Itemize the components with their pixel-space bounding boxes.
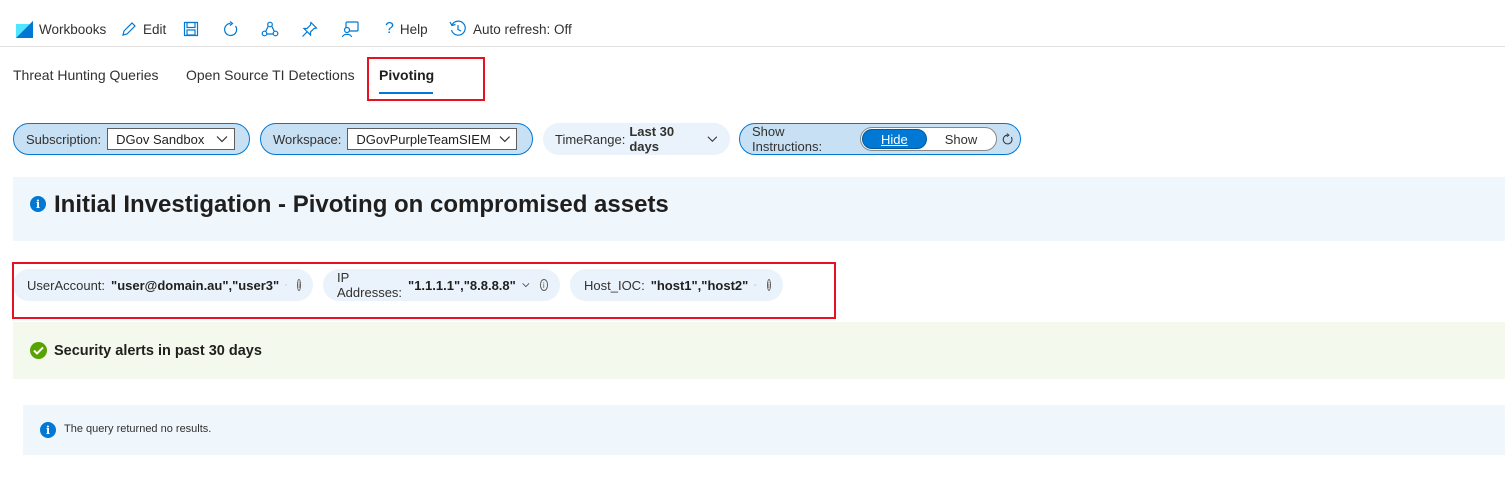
subscription-label: Subscription: [26,131,102,147]
workspace-value: DGovPurpleTeamSIEM [356,131,491,147]
auto-refresh-button[interactable]: Auto refresh: Off [449,17,572,41]
timerange-parameter[interactable]: TimeRange: Last 30 days [543,123,730,155]
feedback-icon [341,20,359,37]
subscription-dropdown[interactable]: DGov Sandbox [107,128,236,150]
show-instructions-parameter: Show Instructions: Hide Show [739,123,1021,155]
show-instructions-label: Show Instructions: [752,124,823,154]
query-result-message: i The query returned no results. [23,405,1505,455]
highlight-box-parameters [12,262,836,319]
pin-icon [302,20,318,37]
workspace-label: Workspace: [273,131,342,147]
security-alerts-title: Security alerts in past 30 days [54,343,262,359]
question-icon: ? [385,20,394,37]
save-button[interactable] [183,17,199,41]
save-icon [183,21,199,37]
no-results-text: The query returned no results. [64,423,212,435]
share-icon [261,21,279,36]
subscription-value: DGov Sandbox [116,131,205,147]
command-bar: Workbooks Edit ? Help Auto refresh: Off [0,0,1505,47]
security-alerts-section: Security alerts in past 30 days [13,322,1505,379]
highlight-box-tab [367,57,485,101]
refresh-icon [224,20,238,36]
help-label: Help [399,21,428,37]
workspace-dropdown[interactable]: DGovPurpleTeamSIEM [347,128,518,150]
subscription-parameter: Subscription: DGov Sandbox [13,123,250,155]
edit-label: Edit [143,21,167,37]
refresh-button[interactable] [222,17,239,41]
chevron-down-icon [216,136,228,143]
tab-open-source-ti-detections[interactable]: Open Source TI Detections [186,67,355,83]
feedback-button[interactable] [341,17,359,41]
edit-button[interactable]: Edit [121,17,166,41]
history-icon [449,20,466,36]
pencil-icon [122,22,136,36]
info-icon: i [30,196,46,212]
tab-threat-hunting-queries[interactable]: Threat Hunting Queries [13,67,159,83]
workbooks-button[interactable]: Workbooks [16,17,106,41]
workbooks-icon [16,20,33,38]
banner-title: Initial Investigation - Pivoting on comp… [54,191,669,218]
share-button[interactable] [261,17,279,41]
chevron-down-icon [707,136,718,142]
checkmark-icon [30,342,47,359]
reset-icon[interactable] [1001,132,1014,146]
instructions-toggle: Hide Show [859,127,998,151]
show-option[interactable]: Show [927,129,996,149]
workbooks-label: Workbooks [39,21,107,37]
timerange-label: TimeRange: [555,131,626,147]
timerange-value: Last 30 days [629,124,675,154]
pin-button[interactable] [301,17,318,41]
hide-option[interactable]: Hide [861,129,927,149]
investigation-banner: i Initial Investigation - Pivoting on co… [13,177,1505,241]
info-icon: i [40,422,56,438]
chevron-down-icon [499,136,510,143]
workspace-parameter: Workspace: DGovPurpleTeamSIEM [260,123,533,155]
auto-refresh-label: Auto refresh: Off [473,21,572,37]
help-button[interactable]: ? Help [385,17,428,41]
